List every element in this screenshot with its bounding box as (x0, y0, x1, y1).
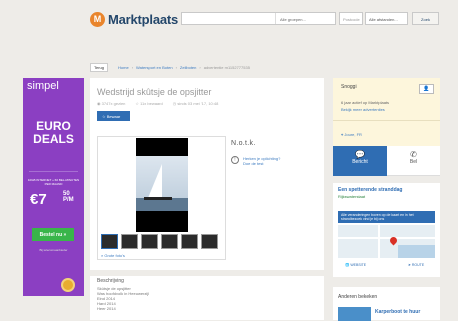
map-ad-subtitle: Rijkswaterstaat (338, 194, 366, 199)
route-label: ROUTE (411, 263, 425, 267)
save-button[interactable]: ☆ Bewaar (97, 111, 130, 121)
photo-gallery: ⌕ Grote foto's (97, 136, 226, 260)
category-select[interactable]: Alle groepen... (275, 13, 335, 24)
ad-cta-button[interactable]: Bestel nu » (32, 228, 74, 241)
map-ad-banner: Alle veranderingen boven op de kaart en … (338, 211, 435, 223)
saved-count: ☆ 11x bewaard (135, 101, 162, 106)
map-ad-title: Een spetterende stranddag (338, 187, 403, 193)
breadcrumb-separator: › (131, 65, 134, 70)
listing-meta: ◉ 3747x gezien ☆ 11x bewaard ◷ sinds 03 … (97, 101, 218, 106)
saved-text: 11x bewaard (140, 101, 163, 106)
main-photo[interactable] (136, 138, 188, 232)
left-ad-banner[interactable]: simpel EURO DEALS 10GB INTERNET + 60 BEL… (23, 78, 84, 296)
price-label: N.o.t.k. (231, 140, 256, 147)
seller-name[interactable]: Snoggi (341, 84, 357, 90)
ad-price-cents: 50 P/M (63, 191, 74, 203)
ad-note: Bij telecomaanbieder (39, 248, 68, 252)
thumbnail[interactable] (101, 234, 118, 249)
map-road (378, 225, 380, 258)
ad-price: €7 (30, 191, 47, 208)
website-label: WEBSITE (350, 263, 367, 267)
breadcrumb-zeilboten[interactable]: Zeilboten (180, 65, 196, 70)
add-contact-icon[interactable]: 👤 (419, 84, 434, 94)
also-viewed-thumbnail[interactable] (338, 307, 371, 321)
description-heading: Beschrijving (97, 278, 124, 284)
also-viewed-panel: Anderen bekeken Karperboot te huur (333, 287, 440, 321)
ad-headline-2: DEALS (33, 132, 74, 146)
ad-brand: simpel (27, 80, 59, 92)
search-button[interactable]: Zoek (412, 12, 439, 25)
breadcrumb-separator: › (175, 65, 177, 70)
fraud-tip-line2: Doe de test (243, 161, 264, 166)
fraud-tip[interactable]: ! Herken je oplichting? Doe de test (231, 156, 280, 166)
ad-fine-print: 10GB INTERNET + 60 BEL-MINUTEN PER MAAND (27, 178, 80, 186)
thumbnail[interactable] (201, 234, 218, 249)
map-road (338, 237, 435, 239)
seller-active: 6 jaar actief op Marktplaats (341, 100, 390, 105)
location-text: Joure, FR (344, 132, 362, 137)
logo-text: Marktplaats (108, 11, 179, 27)
also-viewed-item-title[interactable]: Karperboot te huur (375, 309, 420, 315)
seller-location[interactable]: ⌖ Joure, FR (341, 132, 362, 137)
breadcrumb-ad-id: advertentie m1152777535 (203, 65, 250, 70)
breadcrumb-separator: › (199, 65, 201, 70)
save-label: Bewaar (106, 114, 121, 119)
description-body: Skûtsje de opsjitter Was hoofdvolk in He… (97, 286, 149, 311)
photo-sail (148, 164, 162, 198)
views-count: ◉ 3747x gezien (97, 101, 125, 106)
ad-headline: EURO DEALS (23, 120, 84, 146)
ad-price-unit: P/M (63, 197, 74, 203)
message-label: Bericht (352, 159, 368, 165)
distance-select[interactable]: Alle afstanden... (365, 12, 408, 25)
listed-since: ◷ sinds 03 mei '17, 10:48 (173, 101, 219, 106)
logo-mark-icon: M (90, 11, 105, 27)
call-button[interactable]: ✆ Bel (387, 146, 440, 176)
thumbnail-strip (101, 234, 218, 249)
route-button[interactable]: ➤ ROUTE (408, 263, 424, 267)
listing-panel: Wedstrijd skûtsje de opsjitter ◉ 3747x g… (90, 78, 324, 270)
map-image (338, 225, 435, 258)
since-text: sinds 03 mei '17, 10:48 (177, 101, 219, 106)
map-water (398, 245, 435, 258)
divider (333, 120, 440, 121)
breadcrumb-home[interactable]: Home (118, 65, 129, 70)
more-ads-link[interactable]: Bekijk meer advertenties (341, 107, 385, 112)
fraud-tip-text: Herken je oplichting? Doe de test (243, 156, 280, 166)
also-viewed-heading: Anderen bekeken (338, 294, 378, 300)
search-input[interactable] (182, 13, 275, 24)
description-panel: Beschrijving Skûtsje de opsjitter Was ho… (90, 276, 324, 320)
chat-icon: 💬 (355, 150, 365, 159)
message-button[interactable]: 💬 Bericht (333, 146, 387, 176)
info-icon: ! (231, 156, 239, 164)
larger-photos-text: Grote foto's (104, 253, 125, 258)
larger-photos-link[interactable]: ⌕ Grote foto's (101, 253, 125, 258)
top-bar: M Marktplaats Alle groepen... Postcode A… (0, 0, 458, 38)
seller-card: Snoggi 👤 6 jaar actief op Marktplaats Be… (333, 78, 440, 146)
back-button[interactable]: Terug (90, 63, 109, 72)
breadcrumb-watersport[interactable]: Watersport en Boten (136, 65, 173, 70)
thumbnail[interactable] (181, 234, 198, 249)
breadcrumb: Terug Home › Watersport en Boten › Zeilb… (90, 63, 250, 72)
thumbnail[interactable] (141, 234, 158, 249)
views-text: 3747x gezien (101, 101, 126, 106)
map-ad[interactable]: Een spetterende stranddag Rijkswaterstaa… (333, 183, 440, 277)
thumbnail[interactable] (121, 234, 138, 249)
postcode-input[interactable]: Postcode (339, 12, 363, 25)
photo-hull (144, 197, 172, 200)
coin-icon (61, 278, 75, 292)
ad-divider (29, 171, 78, 172)
description-line: Heer 2014 (97, 306, 116, 311)
listing-title: Wedstrijd skûtsje de opsjitter (97, 87, 212, 97)
phone-icon: ✆ (410, 150, 417, 159)
call-label: Bel (409, 159, 418, 165)
logo[interactable]: M Marktplaats (90, 10, 178, 28)
search-bar: Alle groepen... (181, 12, 336, 25)
thumbnail[interactable] (161, 234, 178, 249)
website-button[interactable]: 🌐 WEBSITE (345, 263, 366, 267)
